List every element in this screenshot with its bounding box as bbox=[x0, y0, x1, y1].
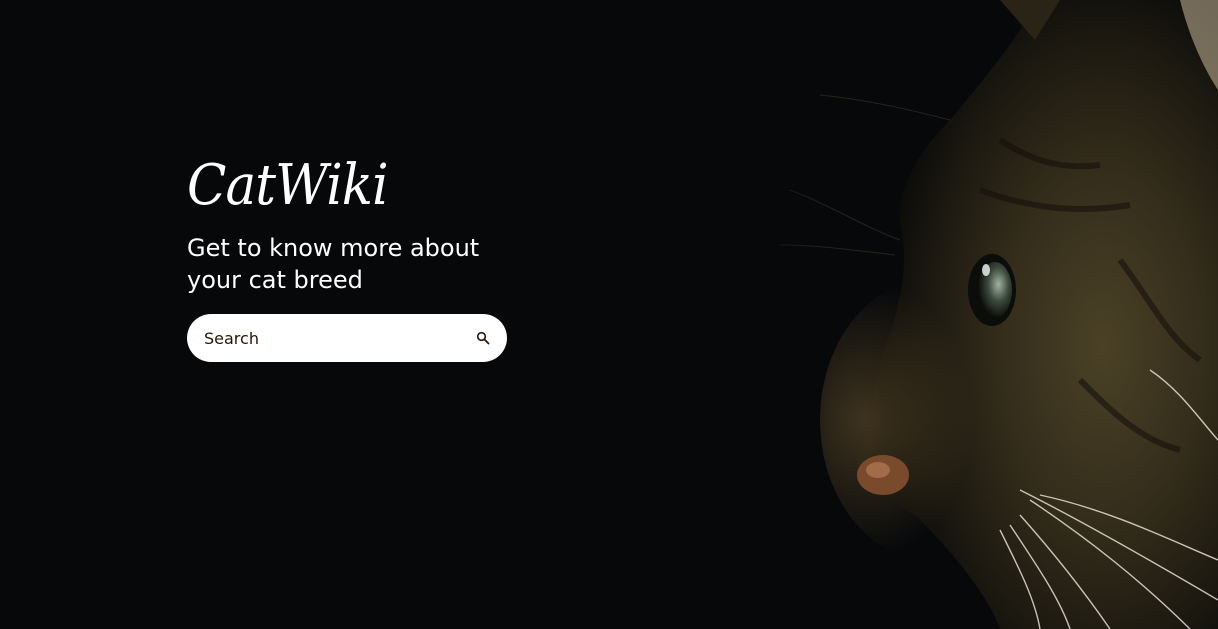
catwiki-logo[interactable]: CatWiki bbox=[187, 150, 500, 222]
search-bar[interactable] bbox=[187, 314, 507, 362]
hero-content: CatWiki Get to know more about your cat … bbox=[187, 150, 527, 362]
search-icon[interactable] bbox=[476, 331, 490, 345]
hero-tagline: Get to know more about your cat breed bbox=[187, 234, 480, 294]
cat-photo bbox=[700, 0, 1218, 629]
search-input[interactable] bbox=[204, 328, 467, 348]
hero-section: CatWiki Get to know more about your cat … bbox=[0, 0, 1218, 629]
